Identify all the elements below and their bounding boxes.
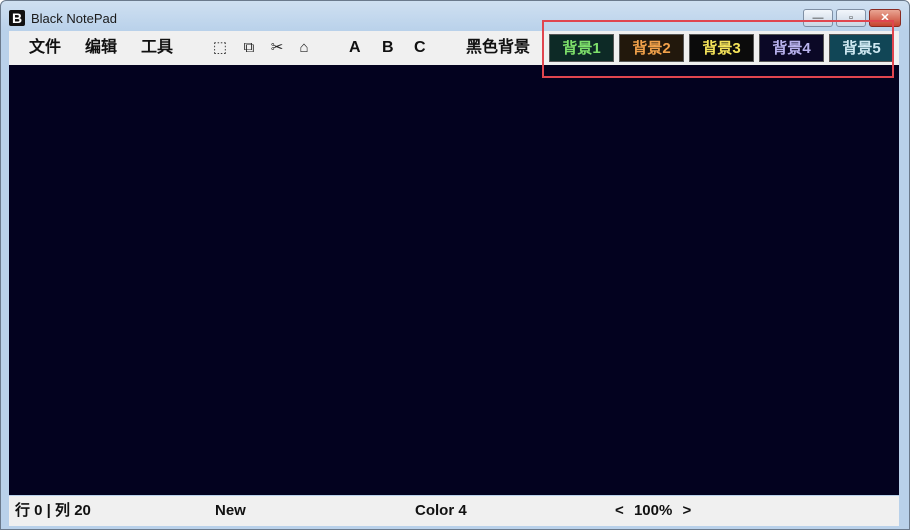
paste-icon[interactable]: ⌂: [295, 39, 313, 57]
menu-edit[interactable]: 编辑: [85, 31, 117, 65]
select-all-icon[interactable]: ⬚: [211, 39, 229, 57]
menu-file[interactable]: 文件: [29, 31, 61, 65]
app-logo-icon: B: [9, 10, 25, 26]
zoom-out-button[interactable]: <: [615, 502, 624, 519]
window-title: Black NotePad: [31, 11, 117, 26]
status-bar: 行 0 | 列 20 New Color 4 < 100% >: [9, 496, 899, 526]
text-editor[interactable]: [9, 65, 899, 495]
title-bar[interactable]: B Black NotePad — ▫ ✕: [1, 1, 909, 31]
color-indicator: Color 4: [415, 502, 467, 519]
background-1-button[interactable]: 背景1: [549, 34, 614, 62]
menu-bar: 文件 编辑 工具 ⬚ ⧉ ✂ ⌂ A B C 黑色背景 背景1 背景2 背景3 …: [9, 31, 899, 65]
zoom-level: 100%: [633, 502, 673, 519]
menu-tools[interactable]: 工具: [141, 31, 173, 65]
file-state: New: [215, 502, 246, 519]
background-3-button[interactable]: 背景3: [689, 34, 754, 62]
black-background-button[interactable]: 黑色背景: [466, 31, 530, 65]
maximize-button[interactable]: ▫: [836, 9, 866, 27]
close-button[interactable]: ✕: [869, 9, 901, 27]
background-5-button[interactable]: 背景5: [829, 34, 894, 62]
copy-icon[interactable]: ⧉: [240, 39, 258, 57]
background-4-button[interactable]: 背景4: [759, 34, 824, 62]
zoom-in-button[interactable]: >: [682, 502, 691, 519]
background-2-button[interactable]: 背景2: [619, 34, 684, 62]
cursor-position: 行 0 | 列 20: [15, 502, 91, 519]
font-c-button[interactable]: C: [414, 31, 426, 65]
zoom-control: < 100% >: [615, 496, 691, 526]
notepad-window: B Black NotePad — ▫ ✕ 文件 编辑 工具 ⬚ ⧉ ✂ ⌂ A…: [0, 0, 910, 530]
font-a-button[interactable]: A: [349, 31, 361, 65]
minimize-button[interactable]: —: [803, 9, 833, 27]
font-b-button[interactable]: B: [382, 31, 394, 65]
cut-icon[interactable]: ✂: [268, 39, 286, 57]
